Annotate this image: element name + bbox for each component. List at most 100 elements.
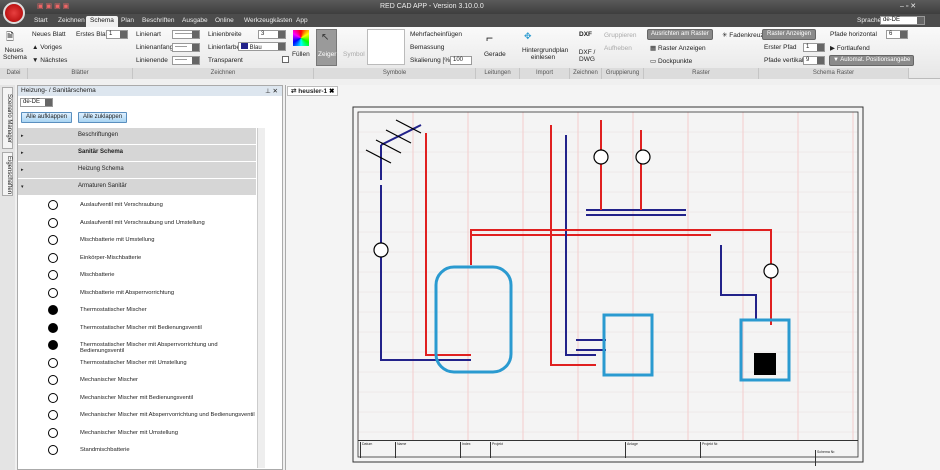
collapsed-arrow-icon[interactable]: ▸: [21, 133, 24, 139]
close-tab-icon[interactable]: ✖: [329, 88, 334, 95]
next-sheet-button[interactable]: ▼ Nächstes: [32, 57, 67, 64]
list-item[interactable]: Mechanischer Mischer mit Bedienungsventi…: [18, 390, 256, 407]
previous-sheet-button[interactable]: ▲ Voriges: [32, 44, 62, 51]
symbol-label: Symbol: [343, 51, 365, 58]
language-select[interactable]: de-DE: [880, 16, 925, 25]
title-block-field: Projekt: [490, 442, 503, 458]
tab-app[interactable]: App: [292, 16, 312, 27]
title-block-field: Name: [395, 442, 406, 458]
line-start-select[interactable]: ――: [172, 43, 200, 52]
list-item[interactable]: Mechanischer Mischer mit Absperrvorricht…: [18, 407, 256, 424]
import-background-button[interactable]: Hintergrundplan einlesen: [522, 47, 568, 61]
crosshair-button[interactable]: ✳ Fadenkreuz: [722, 31, 764, 39]
fitting-symbol-icon: [48, 252, 58, 263]
new-sheet-button[interactable]: Neues Blatt: [32, 31, 66, 38]
quick-access-toolbar[interactable]: ▣ ▣ ▣ ▣: [37, 2, 69, 10]
ungroup-button[interactable]: Aufheben: [604, 45, 632, 52]
dock-points-button[interactable]: ▭ Dockpunkte: [650, 57, 692, 65]
title-block: Datum Name Index Projekt Anlage Projekt Nr. Sc…: [358, 440, 858, 466]
list-item[interactable]: Thermostatischer Mischer mit Bedienungsv…: [18, 320, 256, 337]
fitting-symbol-icon: [48, 375, 58, 385]
tab-online[interactable]: Online: [211, 16, 238, 27]
straight-line-icon: ⌐: [486, 31, 494, 45]
tab-beschriften[interactable]: Beschriften: [138, 16, 179, 27]
transparent-label: Transparent: [208, 57, 243, 64]
line-type-select[interactable]: ―――: [172, 30, 200, 39]
category-label: Beschriftungen: [78, 132, 119, 138]
line-width-input[interactable]: 3: [258, 30, 286, 39]
tab-eigenschaften[interactable]: Eigenschaften: [2, 152, 13, 196]
document-tab[interactable]: ⇄ heusler-1 ✖: [287, 86, 339, 96]
drawing-canvas[interactable]: Datum Name Index Projekt Anlage Projekt Nr. Sc…: [285, 85, 940, 470]
symbol-gallery[interactable]: [367, 29, 405, 65]
first-path-input[interactable]: 1: [803, 43, 825, 52]
tab-zeichnen[interactable]: Zeichnen: [54, 16, 89, 27]
snap-to-grid-button[interactable]: Ausrichten am Raster: [647, 29, 713, 40]
list-item[interactable]: Thermostatischer Mischer: [18, 302, 256, 319]
expanded-arrow-icon[interactable]: ▾: [21, 184, 24, 190]
collapsed-arrow-icon[interactable]: ▸: [21, 150, 24, 156]
pointer-icon: ↖: [321, 32, 330, 43]
pin-close-icons[interactable]: ⊥ ✕: [265, 87, 278, 95]
transparent-checkbox[interactable]: [282, 56, 289, 63]
list-item[interactable]: Mischbatterie mit Umstellung: [18, 232, 256, 249]
dxf-dwg-button[interactable]: DXF / DWG: [578, 49, 596, 63]
category-label: Sanitär Schema: [78, 149, 124, 155]
list-item[interactable]: Thermostatischer Mischer mit Umstellung: [18, 355, 256, 372]
line-end-select[interactable]: ――: [172, 56, 200, 65]
tab-scenario-manager[interactable]: Scenario Manager: [2, 87, 13, 149]
fitting-symbol-icon: [48, 410, 58, 420]
ribbon: 🗎 Neues Schema Neues Blatt Erstes Blatt …: [0, 27, 940, 79]
tab-start[interactable]: Start: [30, 16, 52, 27]
list-item[interactable]: Mischbatterie: [18, 267, 256, 284]
item-label: Auslaufventil mit Verschraubung: [80, 202, 163, 208]
schema-grid-show-button[interactable]: Raster Anzeigen: [762, 29, 816, 40]
panel-scrollbar[interactable]: [257, 128, 265, 468]
fill-button[interactable]: Füllen: [292, 51, 310, 58]
list-item[interactable]: Auslaufventil mit Verschraubung: [18, 197, 256, 214]
item-label: Standmischbatterie: [80, 447, 130, 453]
tab-werkzeugkaesten[interactable]: Werkzeugkästen: [240, 16, 296, 27]
group-button[interactable]: Gruppieren: [604, 32, 637, 39]
title-block-field: Anlage: [625, 442, 638, 458]
app-logo[interactable]: [3, 2, 25, 24]
hot-pipe: [425, 133, 471, 356]
dimension-button[interactable]: Bemassung: [410, 44, 444, 51]
panel-title: Heizung- / Sanitärschema: [21, 87, 96, 94]
straight-line-button[interactable]: Gerade: [484, 51, 506, 58]
line-color-label: Linienfarbe: [208, 44, 241, 51]
tab-ausgabe[interactable]: Ausgabe: [178, 16, 212, 27]
category-row[interactable]: ▸ Sanitär Schema: [18, 145, 256, 161]
first-sheet-input[interactable]: 1: [106, 30, 128, 39]
list-item[interactable]: Einkörper-Mischbatterie: [18, 250, 256, 267]
list-item[interactable]: Mechanischer Mischer mit Umstellung: [18, 425, 256, 442]
pump-icon: [373, 242, 389, 258]
fitting-symbol-icon: [48, 217, 58, 228]
scale-input[interactable]: 100: [450, 56, 472, 65]
list-item[interactable]: Mischbatterie mit Absperrvorrichtung: [18, 285, 256, 302]
fitting-symbol-icon: [48, 270, 58, 280]
continuous-button[interactable]: ▶ Fortlaufend: [830, 44, 870, 52]
category-row[interactable]: ▸ Beschriftungen: [18, 128, 256, 144]
line-color-select[interactable]: Blau: [238, 42, 286, 51]
category-row[interactable]: ▸ Heizung Schema: [18, 162, 256, 178]
horizontal-paths-input[interactable]: 6: [886, 30, 908, 39]
tab-schema[interactable]: Schema: [86, 16, 118, 27]
list-item[interactable]: Mechanischer Mischer: [18, 372, 256, 389]
expand-all-button[interactable]: Alle aufklappen: [21, 112, 73, 123]
list-item[interactable]: Auslaufventil mit Verschraubung und Umst…: [18, 215, 256, 232]
category-row[interactable]: ▾ Armaturen Sanitär: [18, 179, 256, 195]
schematic-drawing: [352, 106, 864, 463]
show-grid-button[interactable]: ▦ Raster Anzeigen: [650, 44, 706, 52]
auto-position-button[interactable]: ▼ Automat. Positionsangabe: [829, 55, 915, 66]
collapsed-arrow-icon[interactable]: ▸: [21, 167, 24, 173]
panel-language-select[interactable]: de-DE: [20, 98, 53, 107]
collapse-all-button[interactable]: Alle zuklappen: [78, 112, 128, 123]
tab-plan[interactable]: Plan: [117, 16, 138, 27]
list-item[interactable]: Thermostatischer Mischer mit Absperrvorr…: [18, 337, 256, 354]
multi-insert-button[interactable]: Mehrfacheinfügen: [410, 31, 462, 38]
vertical-paths-input[interactable]: 9: [803, 56, 825, 65]
list-item[interactable]: Standmischbatterie: [18, 442, 256, 459]
window-controls[interactable]: – ▫ ✕: [900, 2, 916, 10]
new-schema-button[interactable]: Neues Schema: [3, 47, 27, 61]
